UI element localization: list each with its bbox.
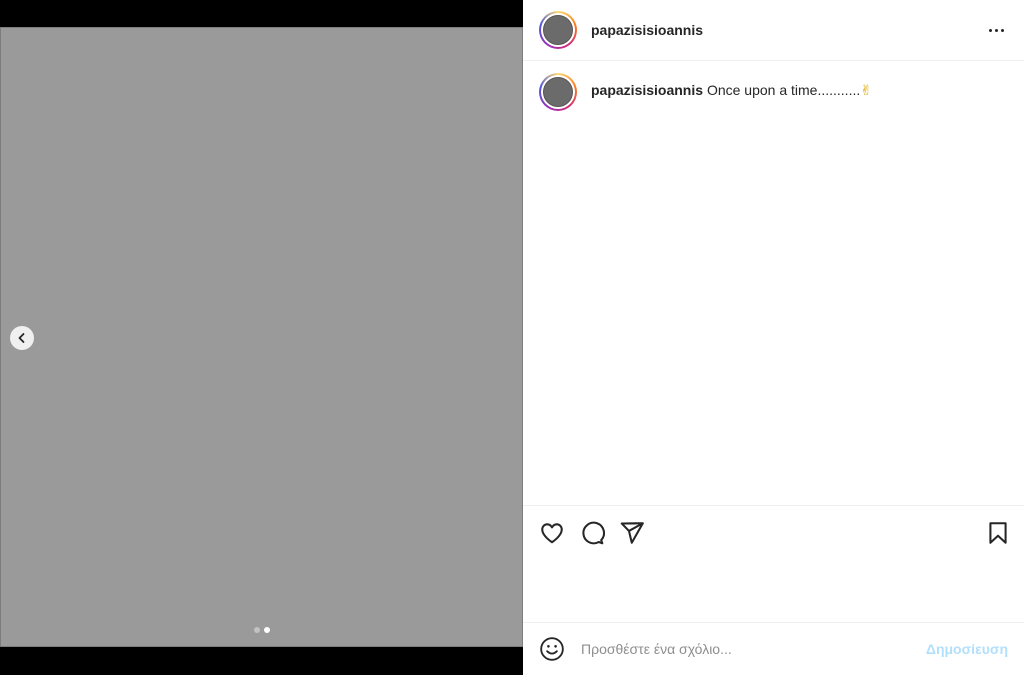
send-icon (620, 522, 644, 544)
smiley-icon (540, 637, 564, 661)
save-button[interactable] (985, 520, 1011, 546)
header-username[interactable]: papazisisioannis (591, 22, 703, 38)
post-comment-button[interactable]: Δημοσίευση (926, 641, 1008, 657)
carousel-dot (253, 627, 260, 633)
post-header: papazisisioannis (523, 0, 1024, 61)
avatar[interactable] (539, 11, 577, 49)
caption-body: Once upon a time........... (706, 82, 861, 98)
like-button[interactable] (539, 520, 565, 546)
post-media (0, 0, 523, 675)
caption-text: papazisisioannis Once upon a time.......… (591, 81, 872, 99)
heart-icon (541, 523, 563, 544)
emoji-button[interactable] (539, 636, 565, 662)
caption-avatar[interactable] (539, 73, 577, 111)
bookmark-icon (989, 522, 1007, 544)
comment-icon (582, 521, 605, 545)
caption: papazisisioannis Once upon a time.......… (539, 73, 1009, 111)
actions-bar (523, 505, 1024, 557)
carousel-prev-button[interactable] (10, 326, 34, 350)
avatar-image (543, 15, 573, 45)
photo-placeholder (0, 27, 523, 647)
carousel-indicator (0, 627, 523, 633)
photo-area (0, 27, 523, 647)
comment-bar: Δημοσίευση (523, 622, 1024, 675)
more-options-button[interactable] (984, 20, 1008, 40)
avatar-image (543, 77, 573, 107)
share-button[interactable] (619, 520, 645, 546)
chevron-left-icon (18, 333, 25, 343)
caption-username[interactable]: papazisisioannis (591, 82, 703, 98)
comment-button[interactable] (579, 520, 605, 546)
post-side-panel: papazisisioannis papazisisioannis Once u… (523, 0, 1024, 675)
caption-emoji: ✌ (860, 82, 872, 98)
comment-input[interactable] (581, 641, 926, 657)
carousel-dot-active (263, 627, 270, 633)
more-horizontal-icon (988, 28, 992, 32)
